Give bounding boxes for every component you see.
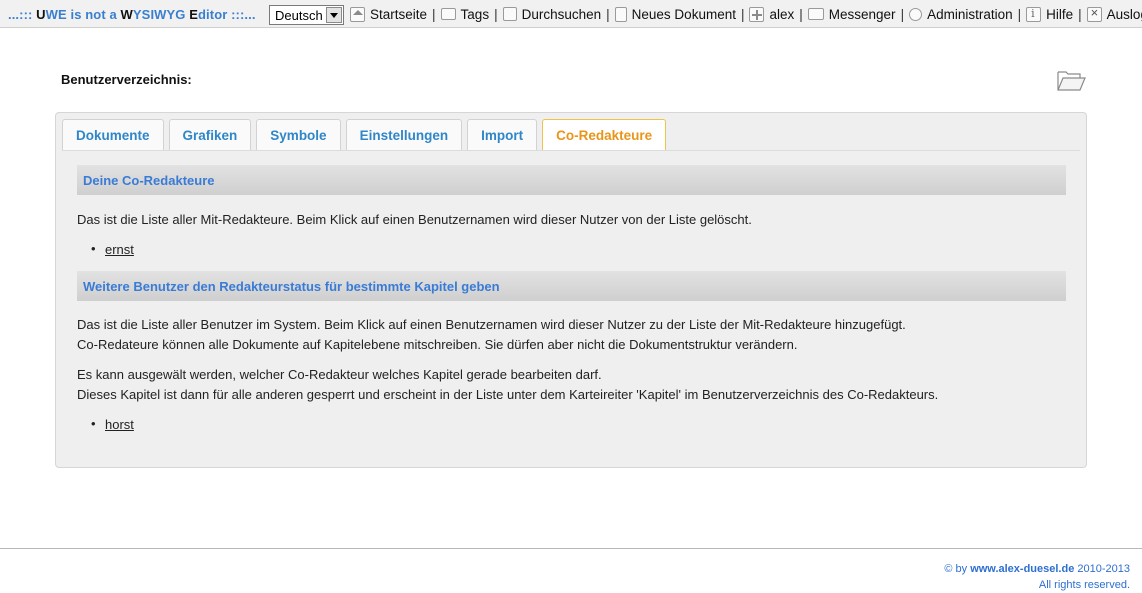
nav-startseite[interactable]: Startseite: [350, 6, 428, 22]
footer-site-link[interactable]: www.alex-duesel.de: [970, 563, 1074, 575]
home-icon: [350, 6, 365, 22]
brand-dots-right: :::...: [231, 7, 256, 22]
section-text: Das ist die Liste aller Mit-Redakteure. …: [77, 212, 752, 227]
top-bar: ...::: UWE is not a WYSIWYG Editor :::..…: [0, 0, 1142, 28]
chevron-down-icon[interactable]: [326, 7, 342, 23]
user-directory-panel: Dokumente Grafiken Symbole Einstellungen…: [55, 112, 1087, 468]
app-brand[interactable]: ...::: UWE is not a WYSIWYG Editor :::..…: [8, 7, 256, 22]
nav-label: Durchsuchen: [521, 6, 602, 22]
brand-letter-e: E: [189, 7, 199, 22]
user-link-ernst[interactable]: ernst: [105, 242, 134, 257]
copyright-years: 2010-2013: [1074, 563, 1130, 575]
nav-separator: |: [1078, 6, 1082, 22]
nav-separator: |: [740, 6, 745, 22]
nav-neues-dokument[interactable]: Neues Dokument: [614, 6, 736, 22]
tab-grafiken[interactable]: Grafiken: [168, 119, 252, 151]
nav-label: Neues Dokument: [631, 6, 736, 22]
nav-label: Startseite: [370, 6, 428, 22]
nav-label: Messenger: [828, 6, 896, 22]
nav-separator: |: [606, 6, 610, 22]
brand-text-ditor: ditor: [198, 7, 228, 22]
user-link-horst[interactable]: horst: [105, 417, 134, 432]
section-heading-other-users: Weitere Benutzer den Redakteurstatus für…: [77, 271, 1066, 301]
language-select-value: Deutsch: [275, 8, 323, 23]
top-nav: Startseite | Tags | Durchsuchen | Neues …: [350, 5, 1142, 23]
section-text: Es kann ausgewält werden, welcher Co-Red…: [77, 367, 602, 382]
footer-copyright: © by www.alex-duesel.de 2010-2013: [944, 561, 1130, 577]
brand-letter-w: W: [120, 7, 133, 22]
user-icon: [749, 6, 765, 22]
tab-symbole[interactable]: Symbole: [256, 119, 341, 151]
co-editor-list: ernst: [91, 241, 1066, 257]
nav-tags[interactable]: Tags: [440, 6, 490, 22]
section-heading-co-editors: Deine Co-Redakteure: [77, 165, 1066, 195]
tab-dokumente[interactable]: Dokumente: [62, 119, 164, 151]
brand-letter-u: U: [36, 7, 46, 22]
nav-user-alex[interactable]: alex: [749, 6, 795, 22]
tab-import[interactable]: Import: [467, 119, 538, 151]
user-list: horst: [91, 416, 1066, 432]
section-text: Dieses Kapitel ist dann für alle anderen…: [77, 387, 939, 402]
section-text: Co-Redateure können alle Dokumente auf K…: [77, 337, 798, 352]
nav-label: Hilfe: [1046, 6, 1074, 22]
section-text: Das ist die Liste aller Benutzer im Syst…: [77, 317, 906, 332]
nav-separator: |: [494, 6, 498, 22]
list-item: ernst: [91, 241, 1066, 257]
nav-durchsuchen[interactable]: Durchsuchen: [502, 6, 602, 22]
nav-ausloggen[interactable]: Ausloggen: [1086, 5, 1142, 22]
copyright-prefix: © by: [944, 563, 971, 575]
nav-label: alex: [769, 6, 795, 22]
nav-separator: |: [1017, 6, 1022, 22]
info-icon: [1026, 6, 1042, 22]
document-icon: [614, 6, 627, 22]
nav-separator: |: [432, 6, 436, 22]
tab-divider: [62, 150, 1080, 151]
nav-messenger[interactable]: Messenger: [807, 6, 896, 22]
language-select[interactable]: Deutsch: [269, 5, 344, 25]
brand-text-ysiwyg: YSIWYG: [132, 7, 190, 22]
search-icon: [502, 7, 517, 21]
tab-einstellungen[interactable]: Einstellungen: [345, 119, 463, 151]
message-icon: [807, 8, 824, 20]
nav-hilfe[interactable]: Hilfe: [1026, 6, 1074, 22]
nav-label: Administration: [927, 6, 1013, 22]
nav-separator: |: [799, 6, 803, 22]
tag-icon: [440, 8, 456, 20]
page-title: Benutzerverzeichnis:: [61, 72, 192, 87]
gear-icon: [909, 7, 923, 21]
nav-label: Tags: [460, 6, 490, 22]
list-item: horst: [91, 416, 1066, 432]
footer-divider: [0, 548, 1142, 549]
nav-separator: |: [900, 6, 905, 22]
tab-co-redakteure[interactable]: Co-Redakteure: [542, 119, 667, 151]
nav-administration[interactable]: Administration: [909, 7, 1013, 22]
tab-content: Deine Co-Redakteure Das ist die Liste al…: [77, 165, 1066, 432]
brand-text-we: WE is not a: [45, 7, 121, 22]
tab-bar: Dokumente Grafiken Symbole Einstellungen…: [62, 119, 671, 151]
brand-dots-left: ...:::: [8, 7, 33, 22]
footer: © by www.alex-duesel.de 2010-2013 All ri…: [944, 561, 1130, 593]
close-icon: [1086, 5, 1102, 22]
nav-label: Ausloggen: [1106, 6, 1142, 22]
folder-open-icon[interactable]: [1056, 68, 1086, 92]
